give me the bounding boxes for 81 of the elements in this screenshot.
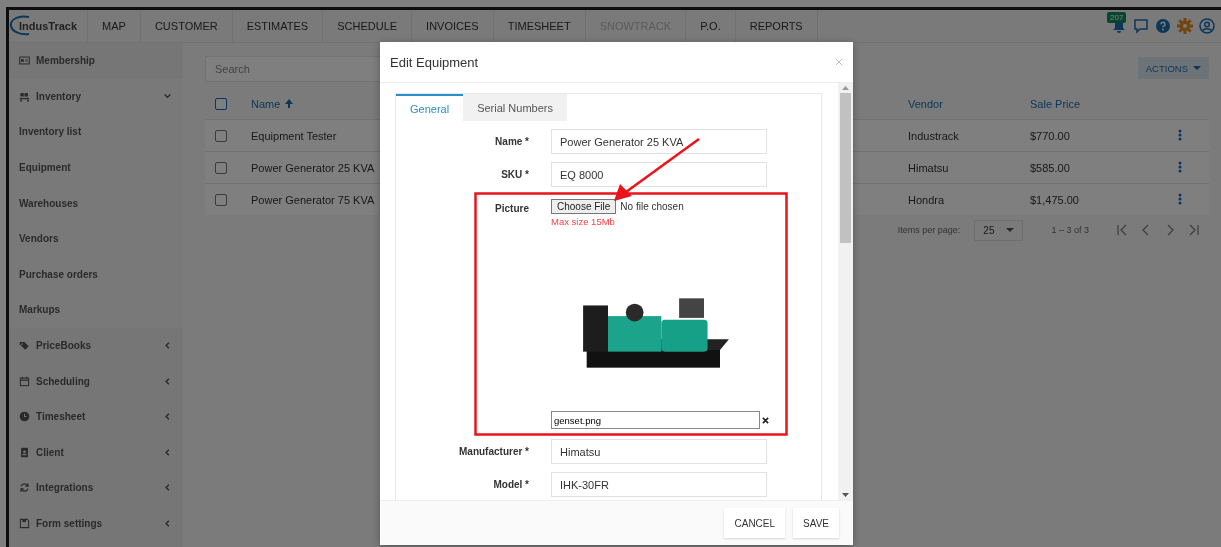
sidebar-item[interactable]: Integrations <box>36 482 158 494</box>
clock-icon <box>19 411 30 423</box>
close-icon[interactable] <box>835 58 843 66</box>
actions-button[interactable]: ACTIONS <box>1137 57 1209 79</box>
column-header[interactable]: Sale Price <box>1030 98 1081 110</box>
scroll-down-icon <box>842 493 849 497</box>
file-status: No file chosen <box>620 201 684 212</box>
field-label: Manufacturer * <box>458 446 529 457</box>
user-icon <box>1199 18 1215 34</box>
sync-icon <box>19 482 30 494</box>
field-label: SKU * <box>500 169 529 180</box>
table-cell: $585.00 <box>1030 161 1070 174</box>
field-label: Model * <box>492 479 529 490</box>
text-field[interactable]: EQ 8000 <box>551 162 767 187</box>
sidebar-item[interactable]: Timesheet <box>36 411 158 423</box>
chat-icon <box>1133 18 1149 34</box>
text-field[interactable]: IHK-30FR <box>551 472 767 497</box>
id-card-icon <box>19 55 30 67</box>
id-badge-icon <box>19 446 30 458</box>
sidebar-subitem[interactable]: Vendors <box>19 233 183 245</box>
column-header[interactable]: Vendor <box>908 98 943 110</box>
nav-link[interactable]: MAP <box>88 10 141 42</box>
sidebar-item[interactable]: Membership <box>36 55 183 67</box>
column-header[interactable]: Name <box>251 98 294 110</box>
page-size-select[interactable]: 25 <box>974 219 1024 241</box>
sidebar-subitem[interactable]: Warehouses <box>19 197 183 209</box>
help-icon <box>1155 18 1171 34</box>
scrollbar[interactable] <box>838 83 853 500</box>
row-checkbox[interactable] <box>215 129 227 142</box>
text-field[interactable]: Himatsu <box>551 439 767 464</box>
kebab-menu-icon <box>1178 192 1182 205</box>
sidebar-item[interactable]: Scheduling <box>36 375 158 387</box>
previous-page-icon[interactable] <box>1141 224 1151 236</box>
size-hint: Max size 15Mb <box>551 216 616 227</box>
table-cell: Hondra <box>908 193 945 206</box>
caret-down-icon <box>1193 66 1201 70</box>
sidebar-item[interactable]: Client <box>36 446 158 458</box>
sidebar-subitem[interactable]: Purchase orders <box>19 268 183 280</box>
file-name-field[interactable]: genset.png <box>551 411 760 429</box>
notification-badge: 207 <box>1107 12 1127 23</box>
sidebar-item[interactable]: Form settings <box>36 518 158 529</box>
dialog-title: Edit Equipment <box>390 54 479 70</box>
caret-down-icon <box>1006 228 1015 232</box>
row-checkbox[interactable] <box>215 193 227 206</box>
table-cell: Power Generator 25 KVA <box>251 161 375 174</box>
kebab-menu-icon <box>1178 128 1182 141</box>
tab[interactable]: Serial Numbers <box>463 94 567 121</box>
field-label: Picture <box>494 202 529 214</box>
dialog-button[interactable]: SAVE <box>793 508 839 538</box>
table-cell: Himatsu <box>908 161 949 174</box>
first-page-icon[interactable] <box>1117 224 1127 236</box>
sidebar-item[interactable]: PriceBooks <box>36 340 158 352</box>
settings-icon <box>1177 18 1193 34</box>
choose-file-button[interactable]: Choose File <box>551 199 617 214</box>
nav-link[interactable]: CUSTOMER <box>140 10 233 42</box>
field-label: Name * <box>494 136 529 147</box>
kebab-menu-icon <box>1178 160 1182 173</box>
last-page-icon[interactable] <box>1189 224 1199 236</box>
sidebar-subitem[interactable]: Equipment <box>19 162 183 174</box>
dialog-button[interactable]: CANCEL <box>724 508 786 538</box>
sidebar-subitem[interactable]: Markups <box>19 304 183 316</box>
table-cell: $1,475.00 <box>1030 193 1079 206</box>
items-per-page-label: Items per page: <box>897 225 961 235</box>
table-cell: Equipment Tester <box>251 129 337 142</box>
page-range: 1 – 3 of 3 <box>1051 225 1089 235</box>
nav-link[interactable]: ESTIMATES <box>232 10 324 42</box>
remove-icon[interactable] <box>762 416 769 424</box>
dolly-icon <box>19 90 30 102</box>
table-cell: Power Generator 75 KVA <box>251 193 375 206</box>
calendar-icon <box>19 375 30 387</box>
table-cell: $770.00 <box>1030 129 1070 142</box>
row-checkbox[interactable] <box>215 161 227 174</box>
tags-icon <box>19 340 30 352</box>
app-logo[interactable]: IndusTrack <box>19 20 78 32</box>
text-field[interactable]: Power Generator 25 KVA <box>551 129 767 154</box>
select-all-checkbox[interactable] <box>215 98 227 110</box>
sidebar-subitem[interactable]: Inventory list <box>19 126 183 138</box>
sort-up-icon <box>285 99 294 108</box>
table-cell: Industrack <box>908 129 959 142</box>
sidebar-item[interactable]: Inventory <box>36 90 158 102</box>
next-page-icon[interactable] <box>1165 224 1175 236</box>
